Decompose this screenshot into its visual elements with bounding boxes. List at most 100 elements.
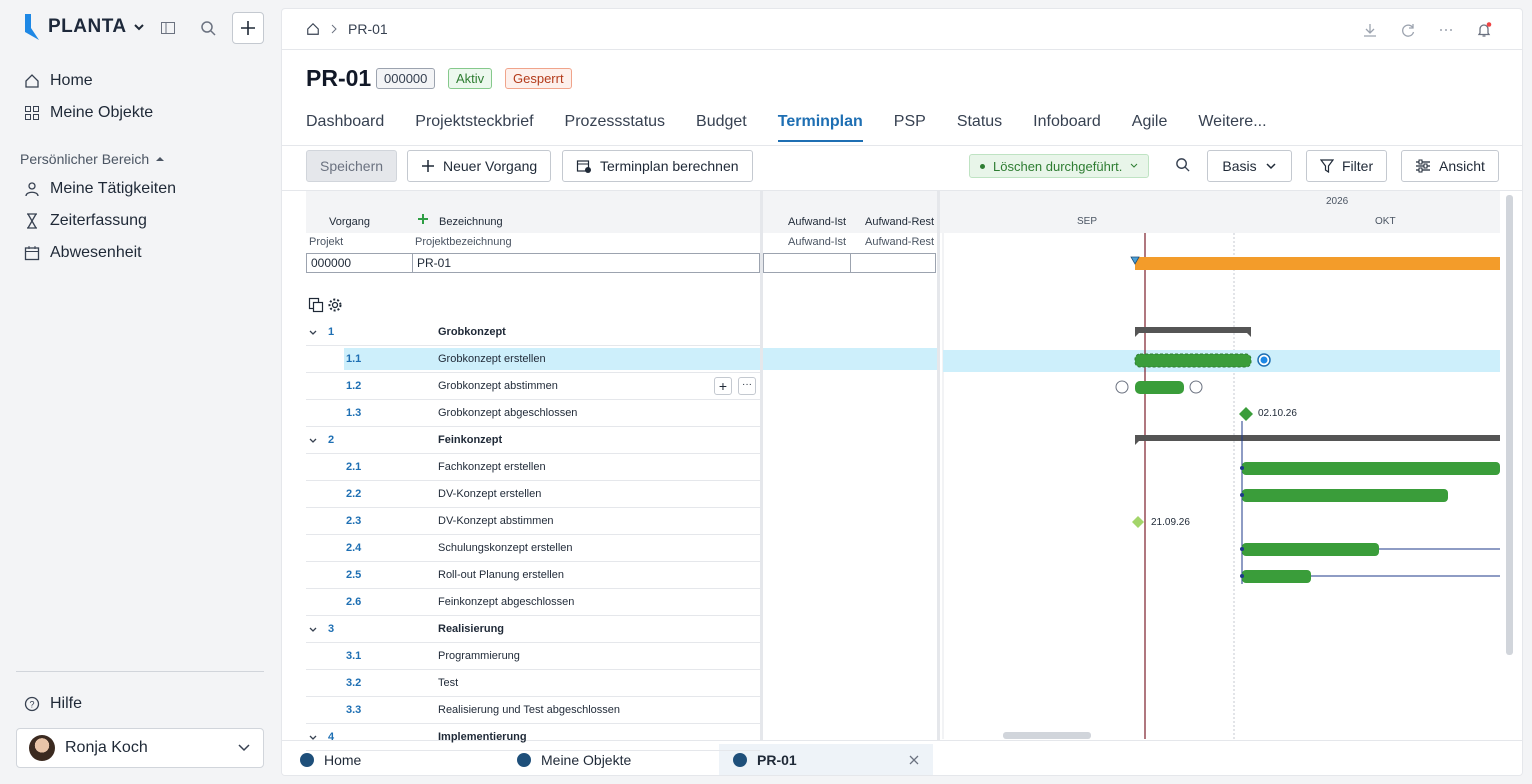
section-label: Persönlicher Bereich: [20, 151, 150, 167]
search-icon[interactable]: [200, 20, 216, 36]
close-icon[interactable]: [909, 755, 919, 765]
bell-icon[interactable]: [1476, 22, 1492, 38]
add-row-button[interactable]: +: [714, 377, 732, 395]
download-icon[interactable]: [1362, 22, 1378, 38]
table-row[interactable]: 2.5 Roll-out Planung erstellen: [306, 562, 760, 589]
subheader-aufwand-rest: Aufwand-Rest: [865, 236, 935, 248]
col-header-aufwand-ist[interactable]: Aufwand-Ist: [788, 216, 846, 228]
tab-agile[interactable]: Agile: [1132, 113, 1168, 142]
more-icon[interactable]: [1438, 22, 1454, 38]
row-number: 4: [328, 731, 335, 743]
chevron-down-icon[interactable]: [308, 328, 318, 338]
calc-schedule-button[interactable]: Terminplan berechnen: [562, 150, 753, 182]
page-title: PR-01: [306, 65, 372, 91]
chevron-up-icon: [156, 157, 165, 161]
home-icon[interactable]: [306, 22, 320, 36]
col-header-aufwand-rest[interactable]: Aufwand-Rest: [865, 216, 934, 228]
chevron-down-icon: [1266, 163, 1276, 170]
tab-psp[interactable]: PSP: [894, 113, 926, 142]
row-number: 3.1: [346, 650, 362, 662]
status-badge: Aktiv: [448, 68, 493, 89]
chevron-down-icon[interactable]: [308, 436, 318, 446]
table-row[interactable]: 1.2 Grobkonzept abstimmen + ···: [306, 373, 760, 400]
sidebar-item-objects[interactable]: Meine Objekte: [24, 101, 153, 125]
save-button[interactable]: Speichern: [306, 150, 398, 182]
table-row[interactable]: 3.3 Realisierung und Test abgeschlossen: [306, 697, 760, 724]
hourglass-icon: [27, 213, 37, 229]
person-icon: [25, 182, 39, 197]
table-row[interactable]: 2.4 Schulungskonzept erstellen: [306, 535, 760, 562]
code-badge: 000000: [376, 68, 436, 89]
sidebar-item-absence[interactable]: Abwesenheit: [24, 241, 142, 265]
view-button[interactable]: Ansicht: [1401, 150, 1499, 182]
row-more-button[interactable]: ···: [738, 377, 756, 395]
row-number: 2.1: [346, 461, 362, 473]
chevron-down-icon[interactable]: [308, 625, 318, 635]
sliders-icon: [1416, 159, 1430, 173]
tab-dashboard[interactable]: Dashboard: [306, 113, 384, 142]
table-row[interactable]: 1 Grobkonzept: [306, 319, 760, 346]
svg-text:?: ?: [29, 700, 34, 710]
col-header-vorgang[interactable]: Vorgang: [329, 216, 370, 228]
app-logo[interactable]: PLANTA: [22, 14, 145, 40]
sidebar-item-time[interactable]: Zeiterfassung: [24, 209, 147, 233]
search-icon[interactable]: [1175, 157, 1190, 172]
project-code-field[interactable]: 000000: [306, 253, 413, 273]
tab-budget[interactable]: Budget: [696, 113, 747, 142]
sidebar-item-label: Hilfe: [50, 695, 83, 712]
user-menu[interactable]: Ronja Koch: [16, 728, 264, 768]
table-row[interactable]: 3.2 Test: [306, 670, 760, 697]
section-personal[interactable]: Persönlicher Bereich: [20, 151, 165, 167]
row-number: 3.3: [346, 704, 362, 716]
tab-terminplan[interactable]: Terminplan: [777, 113, 863, 142]
tab-weitere[interactable]: Weitere...: [1198, 113, 1266, 142]
sidebar-toggle-icon[interactable]: [160, 20, 176, 36]
sidebar-divider: [16, 671, 264, 672]
row-number: 2.3: [346, 515, 362, 527]
filter-button[interactable]: Filter: [1306, 150, 1388, 182]
project-name-field[interactable]: PR-01: [412, 253, 760, 273]
tab-dot-icon: [517, 752, 531, 767]
project-aufwand-ist-field[interactable]: [763, 253, 851, 273]
plus-icon: [422, 160, 434, 172]
add-icon[interactable]: [417, 213, 429, 225]
table-row[interactable]: 1.3 Grobkonzept abgeschlossen: [306, 400, 760, 427]
project-aufwand-rest-field[interactable]: [850, 253, 936, 273]
tab-infoboard[interactable]: Infoboard: [1033, 113, 1101, 142]
row-name: Programmierung: [438, 650, 520, 662]
sidebar-item-home[interactable]: Home: [24, 69, 93, 93]
tab-status[interactable]: Status: [957, 113, 1002, 142]
table-row[interactable]: 4 Implementierung: [306, 724, 760, 751]
table-row[interactable]: 2.1 Fachkonzept erstellen: [306, 454, 760, 481]
table-row[interactable]: 3.1 Programmierung: [306, 643, 760, 670]
table-row[interactable]: 3 Realisierung: [306, 616, 760, 643]
new-task-button[interactable]: Neuer Vorgang: [407, 150, 552, 182]
gantt-chart: 02.10.26 21.09.26: [940, 191, 1500, 739]
create-button[interactable]: [232, 12, 264, 44]
sidebar-item-label: Meine Tätigkeiten: [50, 180, 176, 197]
row-number: 1.1: [346, 353, 362, 365]
subheader-projektbezeichnung: Projektbezeichnung: [415, 236, 512, 248]
grid-header-left: [306, 191, 760, 233]
tab-prozessstatus[interactable]: Prozessstatus: [565, 113, 665, 142]
vertical-scrollbar[interactable]: [1506, 195, 1513, 655]
table-row[interactable]: 2.2 DV-Konzept erstellen: [306, 481, 760, 508]
refresh-icon[interactable]: [1400, 22, 1416, 38]
table-row[interactable]: 2 Feinkonzept: [306, 427, 760, 454]
row-name: Schulungskonzept erstellen: [438, 542, 573, 554]
tab-projektsteckbrief[interactable]: Projektsteckbrief: [415, 113, 533, 142]
sidebar-item-activities[interactable]: Meine Tätigkeiten: [24, 177, 176, 201]
chevron-down-icon[interactable]: [308, 733, 318, 743]
col-header-bezeichnung[interactable]: Bezeichnung: [439, 216, 503, 228]
sidebar-item-help[interactable]: ? Hilfe: [24, 692, 82, 716]
column-splitter[interactable]: [760, 191, 763, 740]
row-number: 1: [328, 326, 335, 338]
table-row[interactable]: 2.3 DV-Konzept abstimmen: [306, 508, 760, 535]
table-row[interactable]: 1.1 Grobkonzept erstellen: [306, 346, 937, 373]
gear-icon[interactable]: [327, 297, 343, 313]
table-row[interactable]: 2.6 Feinkonzept abgeschlossen: [306, 589, 760, 616]
sidebar-item-label: Zeiterfassung: [50, 212, 147, 229]
copy-icon[interactable]: [308, 297, 324, 313]
basis-dropdown[interactable]: Basis: [1207, 150, 1292, 182]
status-indicator[interactable]: Löschen durchgeführt.: [969, 154, 1150, 178]
